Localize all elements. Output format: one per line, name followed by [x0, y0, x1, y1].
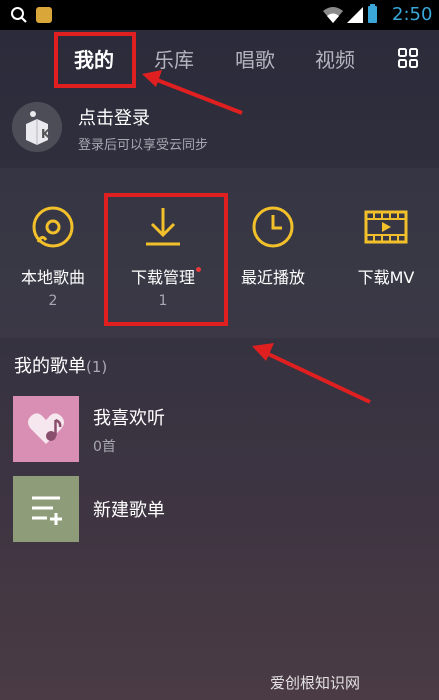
annotation-arrows	[142, 70, 371, 404]
annotation-arrow-download	[252, 343, 371, 404]
watermark: 爱创根知识网	[270, 674, 361, 692]
annotation-arrow-tab	[142, 70, 243, 115]
